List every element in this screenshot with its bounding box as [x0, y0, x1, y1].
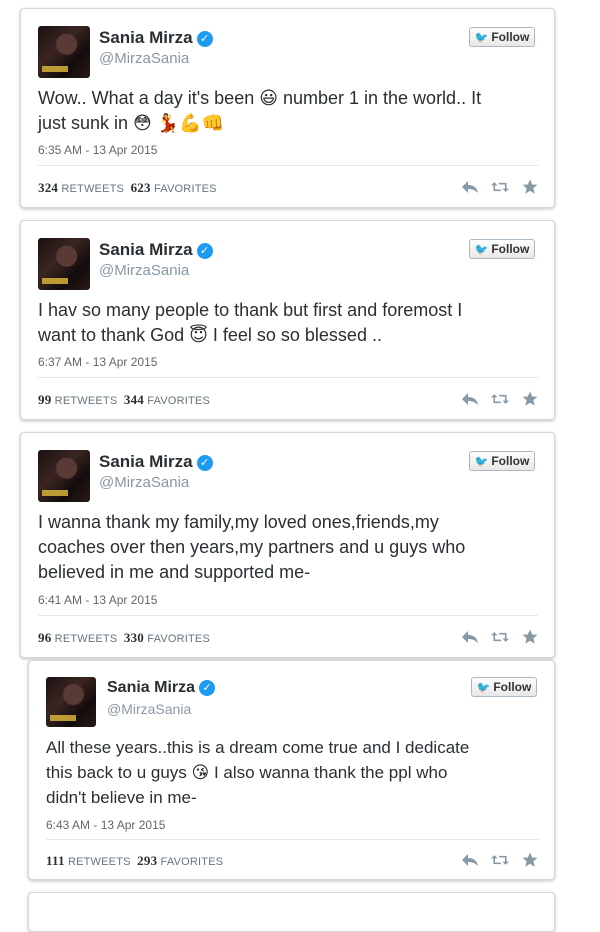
retweet-count[interactable]: 99: [38, 392, 51, 407]
favorites-label: FAVORITES: [160, 856, 224, 868]
divider: [38, 615, 538, 616]
tweet-text: All these years..this is a dream come tr…: [46, 735, 551, 810]
favorite-count[interactable]: 330: [124, 630, 144, 645]
retweet-count[interactable]: 111: [46, 853, 65, 868]
divider: [46, 839, 539, 840]
avatar[interactable]: [46, 677, 96, 727]
tweet-card: Sania Mirza ✓ @MirzaSania 🐦 Follow All the…: [28, 660, 555, 880]
follow-button[interactable]: 🐦 Follow: [469, 27, 535, 47]
tweet-line: Wow.. What a day it's been 😃 number 1 in…: [38, 88, 482, 108]
favorite-icon[interactable]: [521, 390, 539, 408]
retweet-count[interactable]: 324: [38, 180, 58, 195]
author-name: Sania Mirza: [99, 452, 193, 471]
tweet-line: want to thank God 😇 I feel so so blessed…: [38, 325, 382, 345]
tweet-text: Wow.. What a day it's been 😃 number 1 in…: [38, 86, 548, 136]
follow-button[interactable]: 🐦 Follow: [471, 677, 537, 697]
tweet-actions: [461, 178, 539, 196]
tweet-line: I hav so many people to thank but first …: [38, 300, 463, 320]
author-handle[interactable]: @MirzaSania: [99, 474, 189, 491]
favorites-label: FAVORITES: [147, 395, 211, 407]
favorite-icon[interactable]: [521, 628, 539, 646]
author-name-link[interactable]: Sania Mirza ✓: [99, 28, 213, 48]
retweet-icon[interactable]: [491, 178, 509, 196]
favorite-count[interactable]: 623: [131, 180, 151, 195]
author-name: Sania Mirza: [99, 28, 193, 47]
tweet-text: I wanna thank my family,my loved ones,fr…: [38, 510, 548, 585]
avatar[interactable]: [38, 26, 90, 78]
favorites-label: FAVORITES: [147, 633, 211, 645]
author-handle[interactable]: @MirzaSania: [99, 50, 189, 67]
retweets-label: RETWEETS: [67, 856, 131, 868]
timestamp[interactable]: 6:37 AM - 13 Apr 2015: [38, 355, 157, 369]
verified-icon: ✓: [199, 679, 216, 696]
author-name: Sania Mirza: [99, 240, 193, 259]
verified-icon: ✓: [196, 30, 213, 47]
timestamp[interactable]: 6:41 AM - 13 Apr 2015: [38, 593, 157, 607]
tweet-line: didn't believe in me-: [46, 788, 197, 807]
tweet-actions: [461, 851, 539, 869]
author-name-link[interactable]: Sania Mirza ✓: [99, 240, 213, 260]
follow-label: Follow: [491, 30, 530, 44]
retweet-count[interactable]: 96: [38, 630, 51, 645]
follow-button[interactable]: 🐦 Follow: [469, 451, 535, 471]
tweet-stats: 324 RETWEETS 623 FAVORITES: [38, 180, 217, 196]
follow-button[interactable]: 🐦 Follow: [469, 239, 535, 259]
author-name-link[interactable]: Sania Mirza ✓: [107, 679, 216, 697]
favorite-count[interactable]: 344: [124, 392, 144, 407]
tweet-line: All these years..this is a dream come tr…: [46, 738, 470, 757]
tweet-line: coaches over then years,my partners and …: [38, 537, 466, 557]
tweet-line: believed in me and supported me-: [38, 562, 311, 582]
author-name-link[interactable]: Sania Mirza ✓: [99, 452, 213, 472]
twitter-bird-icon: 🐦: [474, 32, 489, 44]
tweet-card-partial: [28, 892, 555, 932]
tweet-stats: 111 RETWEETS 293 FAVORITES: [46, 853, 223, 869]
reply-icon[interactable]: [461, 390, 479, 408]
timestamp[interactable]: 6:43 AM - 13 Apr 2015: [46, 818, 165, 832]
tweet-card: Sania Mirza ✓ @MirzaSania 🐦 Follow I hav s…: [20, 220, 555, 420]
tweet-line: I wanna thank my family,my loved ones,fr…: [38, 512, 439, 532]
tweet-stats: 99 RETWEETS 344 FAVORITES: [38, 392, 210, 408]
avatar[interactable]: [38, 450, 90, 502]
twitter-bird-icon: 🐦: [474, 244, 489, 256]
favorite-icon[interactable]: [521, 851, 539, 869]
tweet-line: just sunk in 😳 💃💪👊: [38, 113, 225, 133]
author-name: Sania Mirza: [107, 679, 196, 696]
twitter-bird-icon: 🐦: [476, 682, 491, 694]
retweet-icon[interactable]: [491, 851, 509, 869]
divider: [38, 165, 538, 166]
favorite-count[interactable]: 293: [137, 853, 157, 868]
follow-label: Follow: [493, 680, 532, 694]
twitter-bird-icon: 🐦: [474, 456, 489, 468]
follow-label: Follow: [491, 454, 530, 468]
reply-icon[interactable]: [461, 628, 479, 646]
follow-label: Follow: [491, 242, 530, 256]
verified-icon: ✓: [196, 242, 213, 259]
retweet-icon[interactable]: [491, 390, 509, 408]
tweet-text: I hav so many people to thank but first …: [38, 298, 548, 348]
author-handle[interactable]: @MirzaSania: [107, 701, 191, 717]
reply-icon[interactable]: [461, 178, 479, 196]
verified-icon: ✓: [196, 454, 213, 471]
timestamp[interactable]: 6:35 AM - 13 Apr 2015: [38, 143, 157, 157]
retweets-label: RETWEETS: [54, 633, 118, 645]
reply-icon[interactable]: [461, 851, 479, 869]
tweet-stats: 96 RETWEETS 330 FAVORITES: [38, 630, 210, 646]
favorite-icon[interactable]: [521, 178, 539, 196]
tweet-card: Sania Mirza ✓ @MirzaSania 🐦 Follow I wanna…: [20, 432, 555, 658]
retweets-label: RETWEETS: [54, 395, 118, 407]
tweet-actions: [461, 628, 539, 646]
retweet-icon[interactable]: [491, 628, 509, 646]
tweet-line: this back to u guys 😘 I also wanna thank…: [46, 763, 448, 782]
avatar[interactable]: [38, 238, 90, 290]
tweet-actions: [461, 390, 539, 408]
author-handle[interactable]: @MirzaSania: [99, 262, 189, 279]
favorites-label: FAVORITES: [153, 183, 217, 195]
retweets-label: RETWEETS: [61, 183, 125, 195]
tweet-card: Sania Mirza ✓ @MirzaSania 🐦 Follow Wow.. W…: [20, 8, 555, 208]
divider: [38, 377, 538, 378]
